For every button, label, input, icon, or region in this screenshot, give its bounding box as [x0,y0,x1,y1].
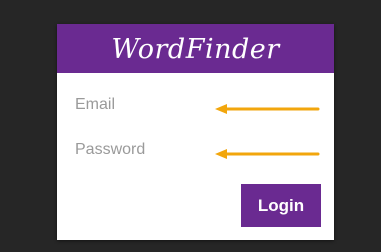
password-field[interactable] [75,141,195,159]
app-logo-text: WordFinder [111,34,280,65]
email-field[interactable] [75,96,195,114]
arrow-left-icon [215,149,320,159]
header-bar: WordFinder [57,24,334,73]
arrow-left-icon [215,104,320,114]
screen: WordFinder Login [0,0,381,252]
login-button[interactable]: Login [241,184,321,227]
login-card: WordFinder Login [57,24,334,240]
